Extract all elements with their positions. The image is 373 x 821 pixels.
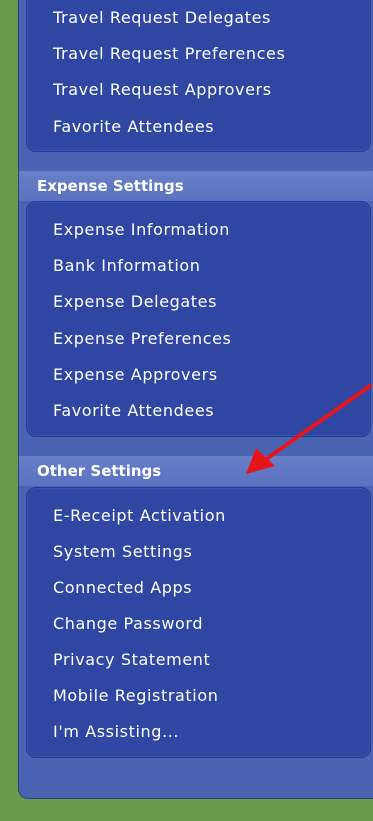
sidebar-item-privacy-statement[interactable]: Privacy Statement: [53, 650, 210, 669]
sidebar-item-expense-preferences[interactable]: Expense Preferences: [53, 329, 232, 348]
sidebar-item-travel-request-preferences[interactable]: Travel Request Preferences: [53, 44, 285, 63]
sidebar-item-expense-information[interactable]: Expense Information: [53, 220, 230, 239]
sidebar-item-connected-apps[interactable]: Connected Apps: [53, 578, 192, 597]
sidebar-item-change-password[interactable]: Change Password: [53, 614, 203, 633]
sidebar-item-favorite-attendees-travel[interactable]: Favorite Attendees: [53, 117, 214, 136]
sidebar-item-expense-approvers[interactable]: Expense Approvers: [53, 365, 218, 384]
other-settings-header: Other Settings: [19, 456, 373, 486]
sidebar-item-travel-request-approvers[interactable]: Travel Request Approvers: [53, 80, 272, 99]
sidebar-item-e-receipt-activation[interactable]: E-Receipt Activation: [53, 506, 226, 525]
sidebar-item-system-settings[interactable]: System Settings: [53, 542, 192, 561]
sidebar-item-im-assisting[interactable]: I'm Assisting...: [53, 722, 179, 741]
sidebar-item-bank-information[interactable]: Bank Information: [53, 256, 201, 275]
sidebar-item-travel-request-delegates[interactable]: Travel Request Delegates: [53, 8, 271, 27]
sidebar-item-favorite-attendees-expense[interactable]: Favorite Attendees: [53, 401, 214, 420]
sidebar-item-mobile-registration[interactable]: Mobile Registration: [53, 686, 218, 705]
sidebar-item-expense-delegates[interactable]: Expense Delegates: [53, 292, 217, 311]
expense-settings-header: Expense Settings: [19, 171, 373, 201]
